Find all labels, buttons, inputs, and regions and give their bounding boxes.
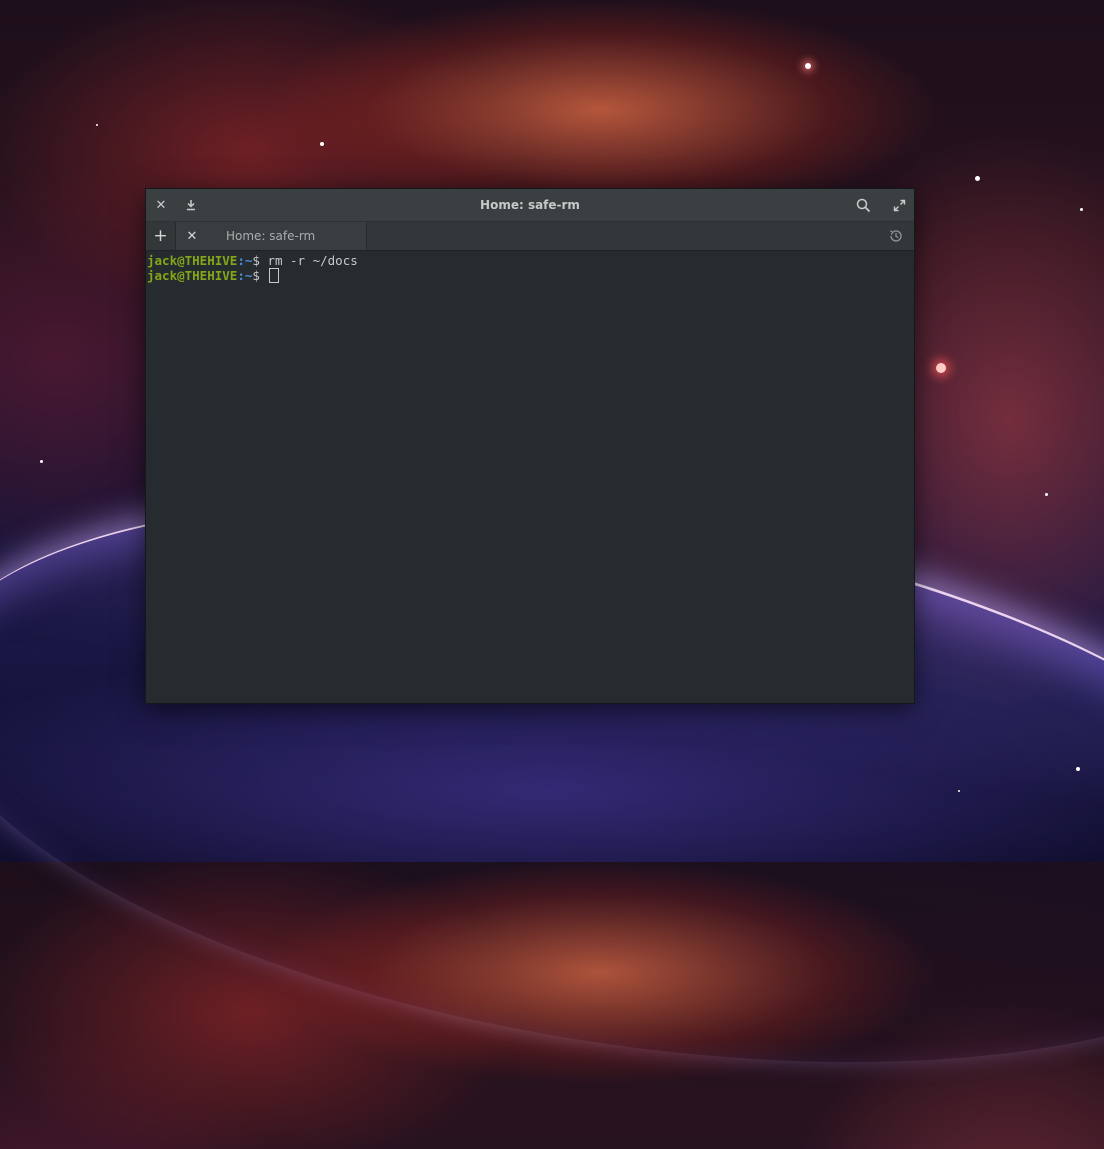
star: [936, 363, 946, 373]
star: [958, 790, 960, 792]
terminal-window: ✕ Home: safe-rm + ✕ Home: safe-rm jack@T…: [145, 188, 915, 704]
prompt-symbol: $: [252, 268, 268, 283]
download-icon: [187, 200, 195, 211]
star: [96, 124, 98, 126]
prompt-user: jack@THEHIVE: [147, 268, 238, 283]
terminal-line: jack@THEHIVE:~$ rm -r ~/docs: [147, 253, 913, 268]
close-icon: ✕: [155, 197, 167, 213]
star: [1076, 767, 1080, 771]
prompt-separator: :: [237, 253, 245, 268]
title-bar[interactable]: ✕ Home: safe-rm: [146, 189, 914, 222]
tab-close-button[interactable]: ✕: [180, 223, 204, 249]
save-output-button[interactable]: [178, 192, 204, 218]
star: [975, 176, 980, 181]
star: [805, 63, 811, 69]
prompt-user: jack@THEHIVE: [147, 253, 238, 268]
tab-label: Home: safe-rm: [226, 229, 316, 243]
terminal-output[interactable]: jack@THEHIVE:~$ rm -r ~/docs jack@THEHIV…: [146, 251, 914, 703]
maximize-icon: [893, 199, 905, 211]
tab-bar: + ✕ Home: safe-rm: [146, 222, 914, 251]
maximize-button[interactable]: [886, 192, 912, 218]
new-tab-button[interactable]: +: [146, 222, 176, 250]
tab-home-safe-rm[interactable]: ✕ Home: safe-rm: [176, 222, 367, 250]
prompt-separator: :: [237, 268, 245, 283]
star: [320, 142, 324, 146]
star: [1080, 208, 1083, 211]
text-cursor: [269, 268, 280, 283]
star: [40, 460, 43, 463]
search-button[interactable]: [850, 192, 876, 218]
close-button[interactable]: ✕: [148, 192, 174, 218]
search-icon: [856, 198, 870, 212]
command-text: rm -r ~/docs: [267, 253, 358, 268]
close-icon: ✕: [186, 228, 198, 244]
prompt-symbol: $: [252, 253, 268, 268]
history-icon: [889, 230, 902, 242]
closed-tabs-history-button[interactable]: [884, 224, 908, 248]
star: [1045, 493, 1048, 496]
terminal-line: jack@THEHIVE:~$: [147, 268, 913, 283]
window-title: Home: safe-rm: [480, 198, 580, 212]
